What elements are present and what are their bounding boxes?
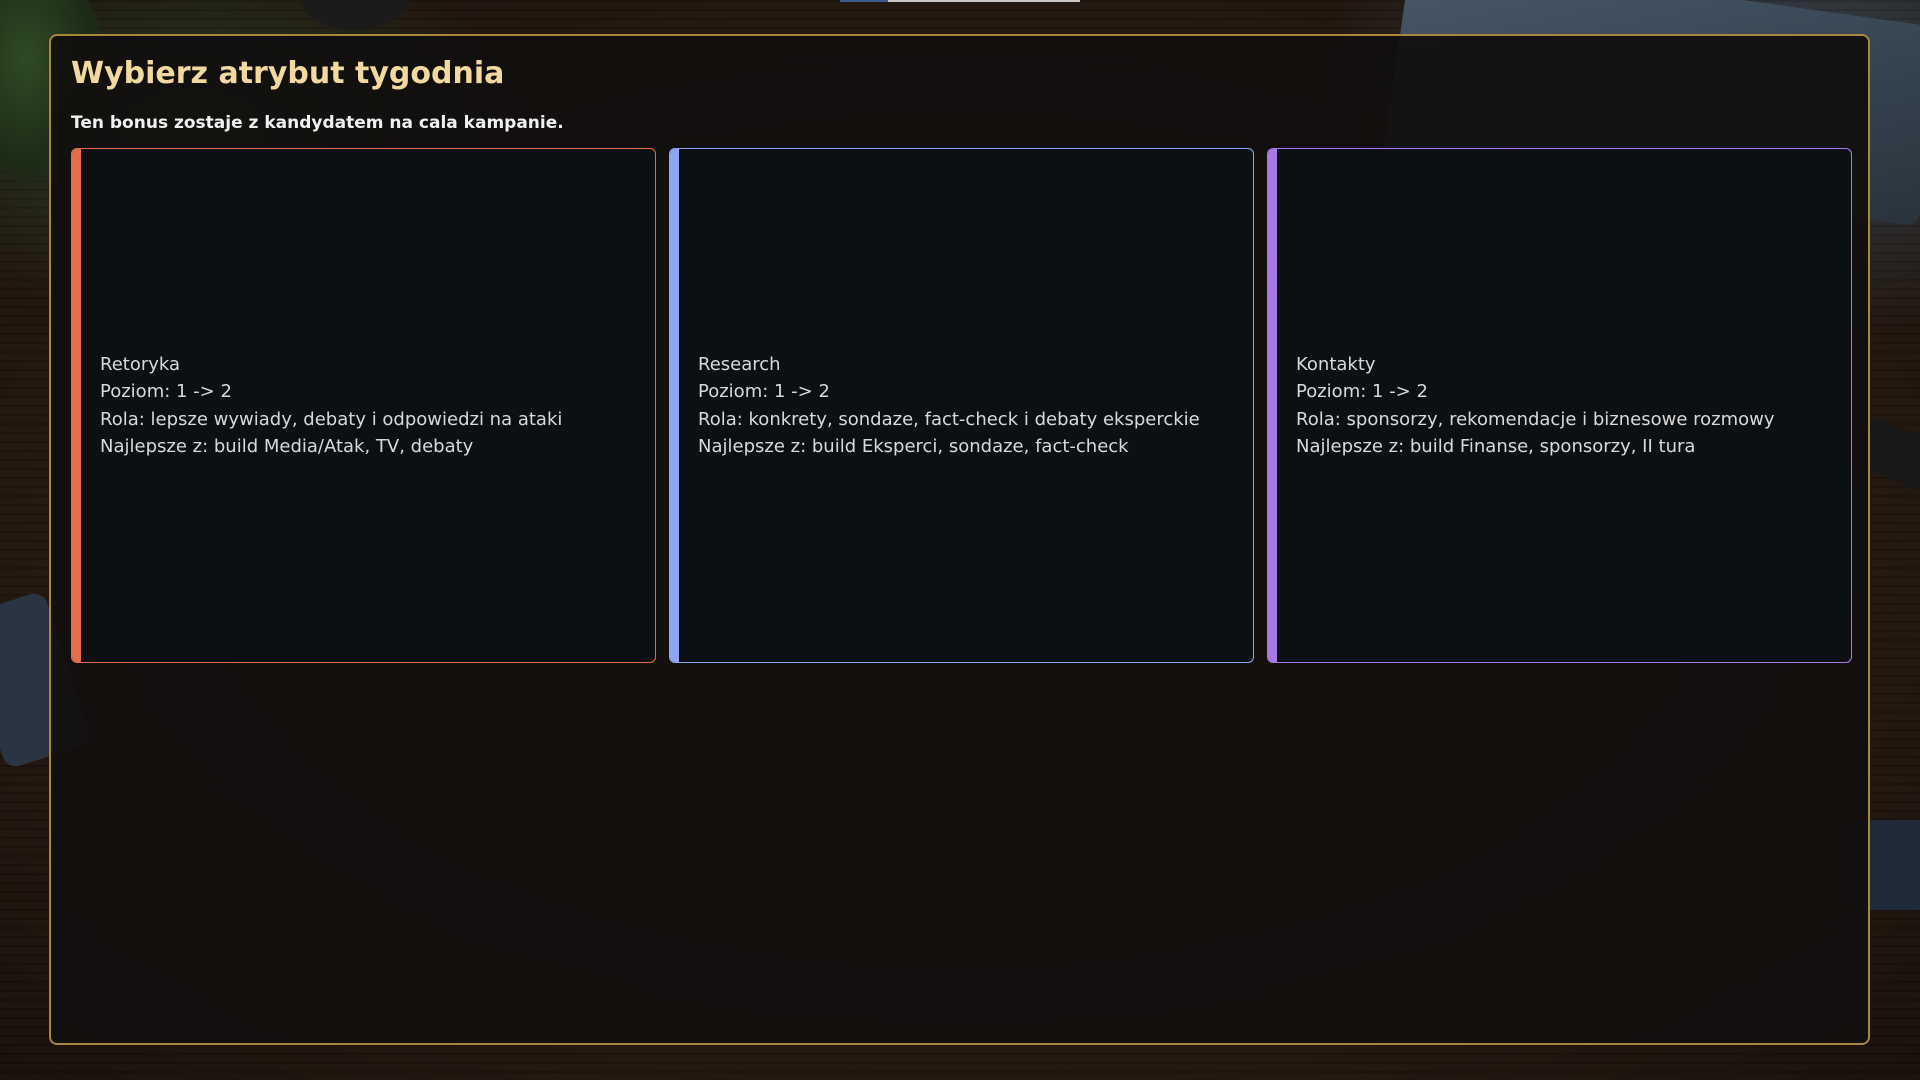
attribute-card-kontakty[interactable]: Kontakty Poziom: 1 -> 2 Rola: sponsorzy,… bbox=[1267, 148, 1852, 663]
attribute-name: Kontakty bbox=[1296, 353, 1376, 375]
attribute-card-retoryka[interactable]: Retoryka Poziom: 1 -> 2 Rola: lepsze wyw… bbox=[71, 148, 656, 663]
attribute-best-with: Najlepsze z: build Media/Atak, TV, debat… bbox=[100, 436, 474, 457]
attribute-role: Rola: sponsorzy, rekomendacje i biznesow… bbox=[1296, 408, 1775, 430]
card-accent-stripe bbox=[1268, 149, 1277, 662]
card-accent-stripe bbox=[670, 149, 679, 662]
attribute-name: Research bbox=[698, 353, 781, 375]
card-content: Research Poziom: 1 -> 2 Rola: konkrety, … bbox=[698, 149, 1239, 662]
top-progress-fill bbox=[840, 0, 888, 2]
card-accent-stripe bbox=[72, 149, 81, 662]
attribute-role: Rola: lepsze wywiady, debaty i odpowiedz… bbox=[100, 408, 563, 430]
attribute-best-with: Najlepsze z: build Eksperci, sondaze, fa… bbox=[698, 436, 1129, 457]
attribute-level: Poziom: 1 -> 2 bbox=[698, 381, 830, 402]
attribute-name: Retoryka bbox=[100, 353, 181, 375]
attribute-level: Poziom: 1 -> 2 bbox=[100, 381, 232, 402]
attribute-best-with: Najlepsze z: build Finanse, sponsorzy, I… bbox=[1296, 436, 1696, 457]
card-content: Retoryka Poziom: 1 -> 2 Rola: lepsze wyw… bbox=[100, 149, 641, 662]
card-content: Kontakty Poziom: 1 -> 2 Rola: sponsorzy,… bbox=[1296, 149, 1837, 662]
attribute-card-research[interactable]: Research Poziom: 1 -> 2 Rola: konkrety, … bbox=[669, 148, 1254, 663]
dialog-subtitle: Ten bonus zostaje z kandydatem na cala k… bbox=[71, 113, 564, 133]
attribute-choice-dialog: Wybierz atrybut tygodnia Ten bonus zosta… bbox=[49, 34, 1870, 1045]
dialog-title: Wybierz atrybut tygodnia bbox=[71, 56, 505, 91]
attribute-role: Rola: konkrety, sondaze, fact-check i de… bbox=[698, 408, 1200, 430]
attribute-level: Poziom: 1 -> 2 bbox=[1296, 381, 1428, 402]
